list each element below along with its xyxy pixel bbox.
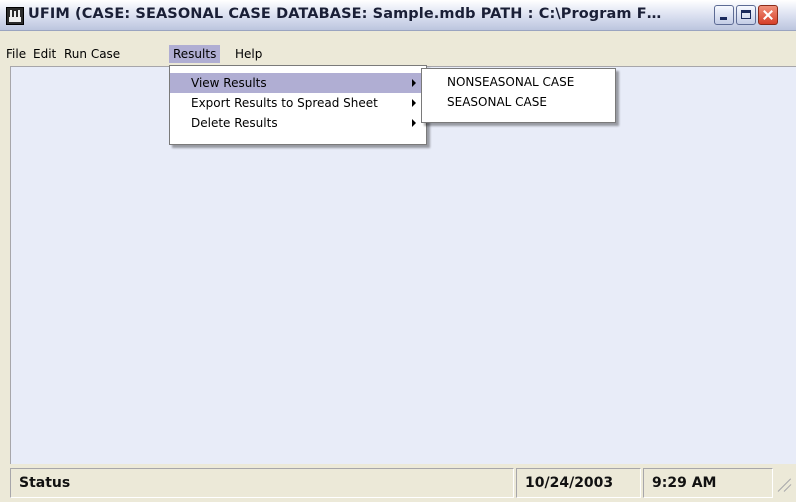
status-bar: Status 10/24/2003 9:29 AM	[0, 465, 796, 502]
menu-item-label: Delete Results	[191, 116, 278, 130]
submenu-arrow-icon	[412, 79, 416, 87]
menu-file[interactable]: File	[2, 45, 30, 63]
app-window: UFIM (CASE: SEASONAL CASE DATABASE: Samp…	[0, 0, 796, 502]
menu-help[interactable]: Help	[231, 45, 266, 63]
menu-edit[interactable]: Edit	[29, 45, 60, 63]
results-dropdown-menu: View Results Export Results to Spread Sh…	[169, 65, 427, 145]
submenu-arrow-icon	[412, 119, 416, 127]
menu-run-case[interactable]: Run Case	[60, 45, 124, 63]
window-title: UFIM (CASE: SEASONAL CASE DATABASE: Samp…	[28, 6, 662, 22]
submenu-item-seasonal-case[interactable]: SEASONAL CASE	[422, 92, 615, 112]
status-text: Status	[10, 468, 514, 498]
menu-item-label: View Results	[191, 76, 267, 90]
minimize-button[interactable]	[714, 5, 734, 25]
menu-item-view-results[interactable]: View Results	[170, 73, 426, 93]
menu-item-delete-results[interactable]: Delete Results	[170, 113, 426, 133]
status-date: 10/24/2003	[516, 468, 641, 498]
status-time: 9:29 AM	[643, 468, 773, 498]
submenu-arrow-icon	[412, 99, 416, 107]
maximize-button[interactable]	[736, 5, 756, 25]
window-left-frame	[0, 66, 10, 464]
menu-results[interactable]: Results	[169, 45, 221, 63]
submenu-item-nonseasonal-case[interactable]: NONSEASONAL CASE	[422, 72, 615, 92]
menu-bar: File Edit Run Case Results Help	[0, 43, 796, 65]
title-bar[interactable]: UFIM (CASE: SEASONAL CASE DATABASE: Samp…	[0, 0, 796, 31]
menu-item-label: Export Results to Spread Sheet	[191, 96, 378, 110]
close-button[interactable]	[758, 5, 778, 25]
view-results-submenu: NONSEASONAL CASE SEASONAL CASE	[421, 68, 616, 123]
app-icon[interactable]	[6, 7, 24, 25]
resize-grip[interactable]	[776, 476, 792, 492]
menu-item-export-results[interactable]: Export Results to Spread Sheet	[170, 93, 426, 113]
